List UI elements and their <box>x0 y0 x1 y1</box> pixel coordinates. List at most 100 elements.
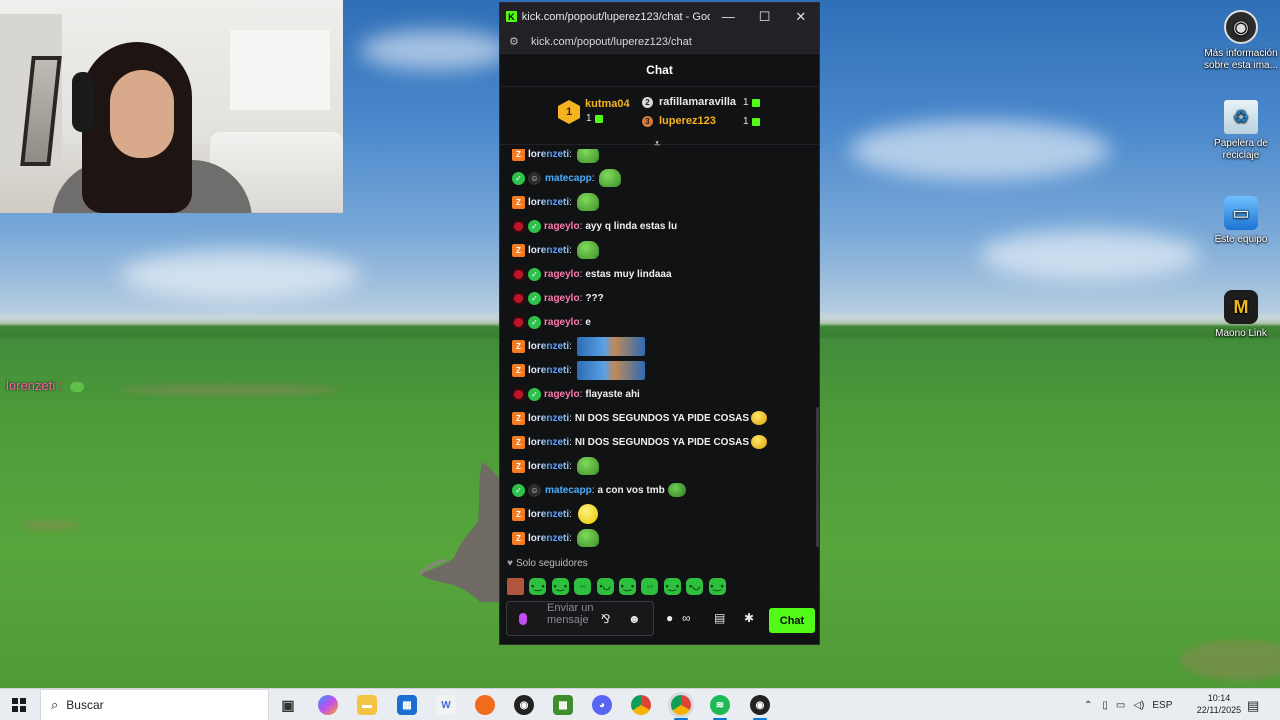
users-icon[interactable]: ● <box>666 611 673 625</box>
store-icon[interactable]: ▤ <box>714 611 725 625</box>
taskbar-search-box[interactable]: ⌕ Buscar <box>40 689 269 720</box>
emote-button[interactable]: ◦◦ <box>574 577 592 595</box>
chat-username[interactable]: lorenzeti <box>528 437 569 448</box>
chat-username[interactable]: lorenzeti <box>528 197 569 208</box>
show-hidden-icons-icon[interactable]: ⌃ <box>1084 700 1092 711</box>
app-orange-icon[interactable] <box>475 695 495 715</box>
emoji-picker-icon[interactable]: ☻ <box>628 612 641 626</box>
leaderboard-third-name[interactable]: luperez123 <box>659 115 716 127</box>
crying-emote-icon[interactable] <box>751 411 768 425</box>
obs-recording-icon[interactable]: ◉ <box>750 695 770 715</box>
frog-emote-icon[interactable] <box>576 529 599 547</box>
word-icon[interactable]: W <box>436 695 456 715</box>
emote-button[interactable]: •◡ <box>596 577 614 595</box>
chat-message-row: Zlorenzeti: <box>512 240 599 260</box>
obs-icon[interactable]: ◉ <box>514 695 534 715</box>
smiley-emote-icon[interactable] <box>577 504 598 524</box>
chat-username[interactable]: lorenzeti <box>528 341 569 352</box>
chat-message-row: Zlorenzeti: <box>512 456 599 476</box>
chat-username[interactable]: lorenzeti <box>528 365 569 376</box>
emote-button[interactable]: •‿• <box>618 577 636 595</box>
computer-icon: ▭ <box>1224 196 1258 230</box>
sub-badge-icon: Z <box>512 149 525 161</box>
discord-icon[interactable]: ◕ <box>592 695 612 715</box>
crying-emote-icon[interactable] <box>751 435 768 449</box>
frog-emote-icon[interactable] <box>576 457 599 475</box>
emote-button[interactable]: •‿• <box>663 577 681 595</box>
chat-username[interactable]: rageylo <box>544 317 580 328</box>
emote-button[interactable]: •‿• <box>551 577 569 595</box>
minecraft-icon[interactable]: ▩ <box>553 695 573 715</box>
emote-button[interactable] <box>507 577 524 595</box>
leaderboard-first-name[interactable]: kutma04 <box>585 98 630 110</box>
chat-username[interactable]: rageylo <box>544 221 580 232</box>
chat-username[interactable]: lorenzeti <box>528 461 569 472</box>
chat-message-row: ✓ ☺ matecapp: <box>512 168 622 188</box>
address-bar[interactable]: ⚙ kick.com/popout/luperez123/chat <box>500 30 819 54</box>
leaderboard-third-count: 1 <box>743 116 749 127</box>
copilot-icon[interactable] <box>318 695 338 715</box>
start-button[interactable] <box>0 689 38 720</box>
chat-colon: : <box>579 388 583 400</box>
chat-username[interactable]: rageylo <box>544 389 580 400</box>
desktop-icon-this-pc[interactable]: ▭ Este equipo <box>1201 196 1280 246</box>
taskbar-clock[interactable]: 10:14 22/11/2025 <box>1196 692 1242 716</box>
volume-icon[interactable]: ◁) <box>1133 700 1144 711</box>
emote-button[interactable]: •‿• <box>708 577 726 595</box>
send-chat-button[interactable]: Chat <box>769 608 815 633</box>
window-titlebar[interactable]: K kick.com/popout/luperez123/chat - Goog… <box>500 3 819 30</box>
windows-logo-icon <box>12 698 26 712</box>
network-icon[interactable]: ▭ <box>1116 700 1125 711</box>
frog-emote-icon[interactable] <box>599 169 622 187</box>
emote-button[interactable]: ◦◦ <box>641 577 659 595</box>
chat-username[interactable]: rageylo <box>544 269 580 280</box>
close-button[interactable]: ✕ <box>783 3 819 30</box>
leaderboard-second-name[interactable]: rafillamaravilla <box>659 96 736 108</box>
frog-emote-icon[interactable] <box>576 241 599 259</box>
chat-username[interactable]: lorenzeti <box>528 413 569 424</box>
site-settings-icon[interactable]: ⚙ <box>509 35 523 48</box>
chrome-active-icon[interactable] <box>671 695 691 715</box>
kick-emote-icon[interactable]: ⅋ <box>601 612 610 626</box>
chat-colon: : <box>569 244 572 256</box>
notifications-icon[interactable]: ▤ <box>1247 698 1259 714</box>
chat-username[interactable]: matecapp <box>545 173 592 184</box>
frog-emote-icon[interactable] <box>576 193 599 211</box>
spotify-icon[interactable]: ≋ <box>710 695 730 715</box>
chat-username[interactable]: matecapp <box>545 485 592 496</box>
desktop-icon-recycle-bin[interactable]: ♻ Papelera de reciclaje <box>1201 100 1280 162</box>
desktop-icon-info[interactable]: ◉ Más información sobre esta ima... <box>1201 10 1280 72</box>
wide-emote-icon[interactable] <box>576 336 645 356</box>
chrome-icon[interactable] <box>631 695 651 715</box>
frog-emote-icon[interactable] <box>667 483 686 497</box>
file-explorer-icon[interactable]: ▬ <box>357 695 377 715</box>
chat-username[interactable]: lorenzeti <box>528 149 569 160</box>
infinity-icon[interactable]: ∞ <box>682 611 691 625</box>
chat-message-input[interactable]: Enviar un mensaje ⅋ ☻ <box>506 601 654 636</box>
maximize-button[interactable]: ☐ <box>746 3 782 30</box>
frog-emote-icon <box>70 381 85 392</box>
emote-button[interactable]: •◡ <box>686 577 704 595</box>
chat-message-text: NI DOS SEGUNDOS YA PIDE COSAS <box>574 436 750 448</box>
frog-emote-icon[interactable] <box>576 149 599 163</box>
chat-scrollbar[interactable] <box>816 407 819 547</box>
desktop-icon-label: Papelera de reciclaje <box>1214 138 1268 161</box>
emote-button[interactable]: •‿• <box>529 577 547 595</box>
stream-overlay-chat: lorenzeti : <box>6 378 85 393</box>
address-url[interactable]: kick.com/popout/luperez123/chat <box>531 36 692 48</box>
input-language[interactable]: ESP <box>1152 700 1172 711</box>
chat-username[interactable]: lorenzeti <box>528 245 569 256</box>
verified-badge-icon: ✓ <box>528 267 541 281</box>
desktop-icon-maono[interactable]: M Maono Link <box>1201 290 1280 340</box>
microphone-icon[interactable] <box>519 613 527 625</box>
wide-emote-icon[interactable] <box>576 360 645 380</box>
chat-username[interactable]: lorenzeti <box>528 533 569 544</box>
settings-gear-icon[interactable]: ✱ <box>744 611 754 625</box>
minimize-button[interactable]: — <box>710 3 746 30</box>
task-view-icon[interactable]: ▣ <box>278 695 298 715</box>
chat-username[interactable]: rageylo <box>544 293 580 304</box>
chat-colon: : <box>569 364 572 376</box>
chat-username[interactable]: lorenzeti <box>528 509 569 520</box>
battery-icon[interactable]: ▯ <box>1102 700 1108 711</box>
microsoft-store-icon[interactable]: ▦ <box>397 695 417 715</box>
